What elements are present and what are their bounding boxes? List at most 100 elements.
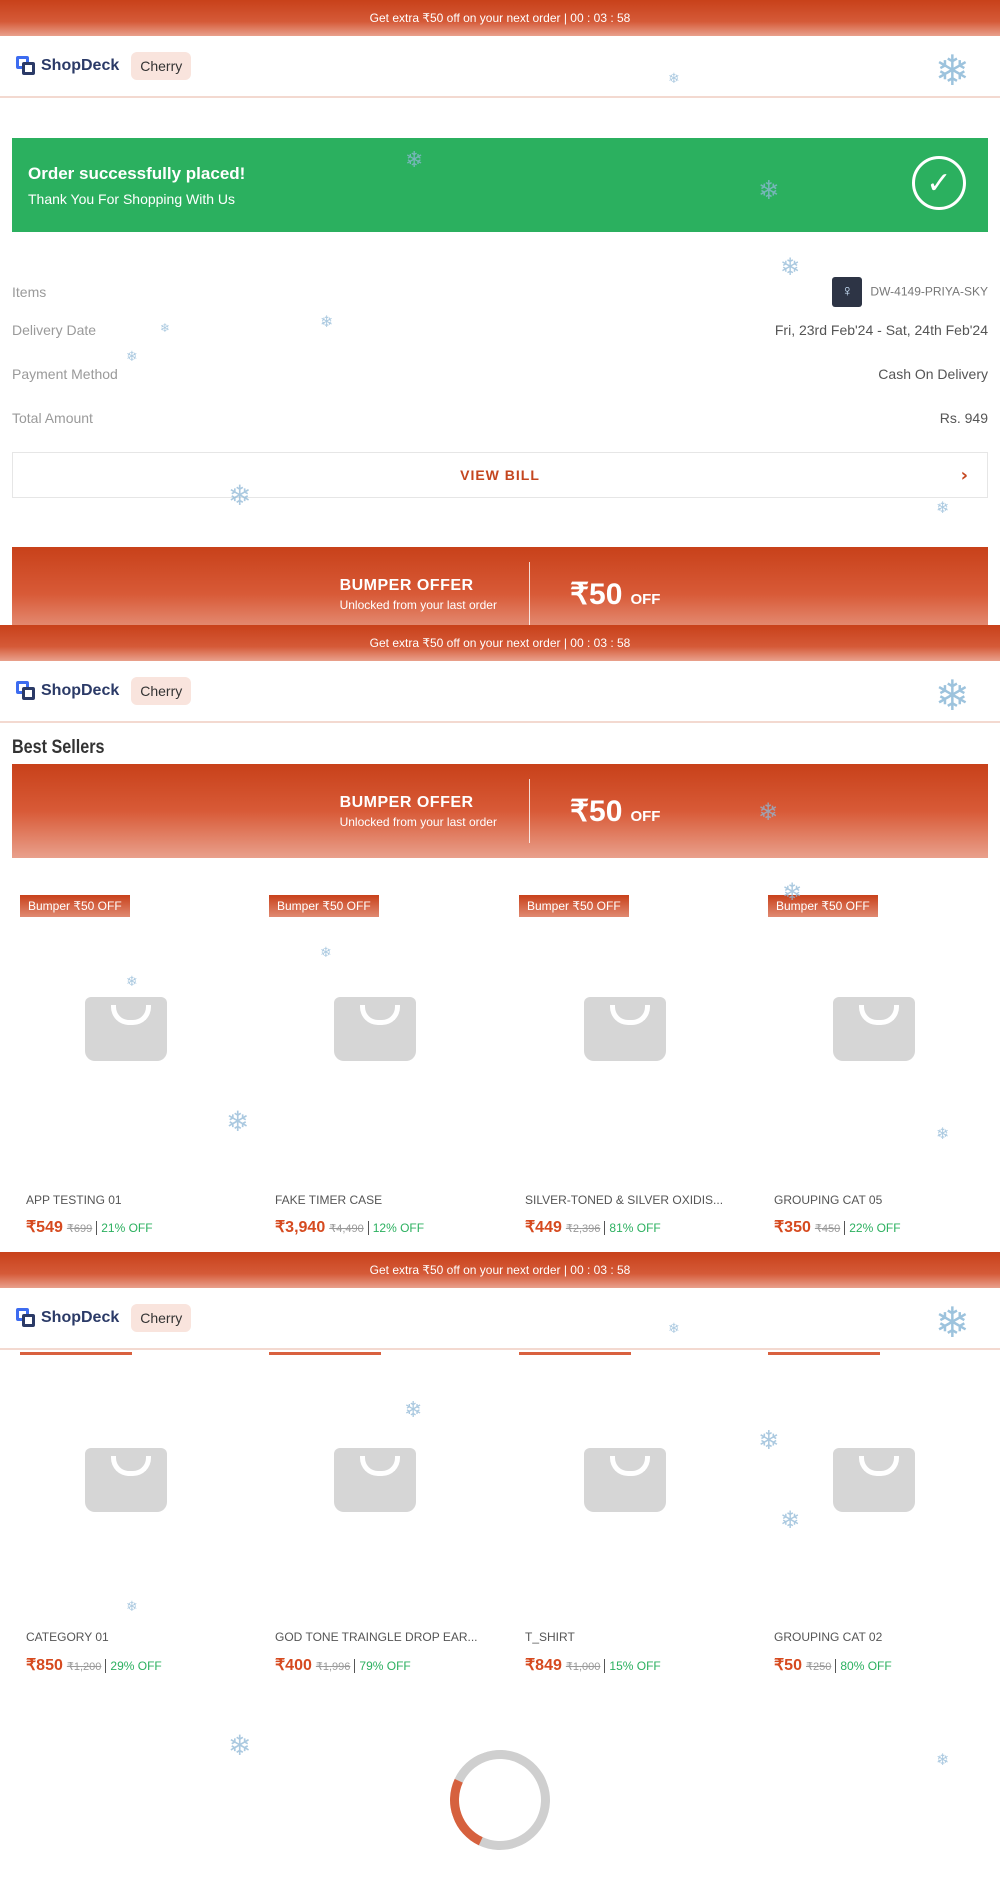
product-price: ₹549: [26, 1219, 63, 1236]
shopping-bag-icon: [833, 997, 915, 1061]
bumper-offer-off: OFF: [630, 590, 661, 608]
frame-order-confirmation: Get extra ₹50 off on your next order | 0…: [0, 0, 1000, 625]
product-name: FAKE TIMER CASE: [275, 1193, 383, 1207]
product-card[interactable]: CATEGORY 01 ₹850 ₹1,200 29% OFF: [12, 1352, 237, 1772]
logo-icon: [16, 1308, 36, 1328]
promo-text: Get extra ₹50 off on your next order | 0…: [369, 636, 631, 650]
logo-text: ShopDeck: [41, 1309, 120, 1326]
bumper-offer-value: ₹50 OFF: [530, 577, 660, 612]
product-card[interactable]: T_SHIRT ₹849 ₹1,000 15% OFF: [511, 1352, 736, 1772]
product-prices: ₹449 ₹2,396 81% OFF: [525, 1217, 661, 1237]
product-prices: ₹400 ₹1,996 79% OFF: [275, 1655, 411, 1675]
payment-row: Payment Method Cash On Delivery: [12, 366, 988, 382]
product-card[interactable]: Bumper ₹50 OFF FAKE TIMER CASE ₹3,940 ₹4,…: [261, 895, 486, 1252]
product-discount: 80% OFF: [835, 1659, 892, 1673]
product-prices: ₹50 ₹250 80% OFF: [774, 1655, 892, 1675]
logo-icon: [16, 56, 36, 76]
product-mrp: ₹2,396: [565, 1223, 601, 1235]
product-mrp: ₹250: [805, 1661, 832, 1673]
logo-text: ShopDeck: [41, 682, 120, 699]
product-mrp: ₹4,490: [329, 1223, 364, 1235]
promo-text: Get extra ₹50 off on your next order | 0…: [369, 1263, 631, 1277]
total-row: Total Amount Rs. 949: [12, 410, 988, 426]
promo-strip: Get extra ₹50 off on your next order | 0…: [0, 1252, 1000, 1288]
bumper-offer-banner[interactable]: BUMPER OFFER Unlocked from your last ord…: [12, 547, 988, 625]
shopping-bag-icon: [85, 1448, 167, 1512]
bumper-badge-edge: [20, 1352, 132, 1355]
product-mrp: ₹1,000: [565, 1661, 601, 1673]
product-name: T_SHIRT: [525, 1630, 575, 1644]
product-card[interactable]: GROUPING CAT 02 ₹50 ₹250 80% OFF: [760, 1352, 985, 1772]
product-name: SILVER-TONED & SILVER OXIDIS...: [525, 1193, 724, 1207]
bumper-badge-edge: [768, 1352, 880, 1355]
frame-best-sellers: Get extra ₹50 off on your next order | 0…: [0, 625, 1000, 1252]
snowflake-icon: ❄: [934, 672, 970, 719]
success-subtitle: Thank You For Shopping With Us: [28, 191, 236, 207]
check-circle-icon: ✓: [912, 156, 966, 210]
total-value: Rs. 949: [939, 410, 988, 426]
payment-value: Cash On Delivery: [878, 366, 988, 382]
snowflake-icon: ❄: [934, 47, 970, 94]
payment-label: Payment Method: [12, 366, 118, 382]
item-sku: DW-4149-PRIYA-SKY: [870, 284, 988, 299]
store-chip[interactable]: Cherry: [131, 1304, 192, 1332]
product-card[interactable]: Bumper ₹50 OFF GROUPING CAT 05 ₹350 ₹450 2…: [760, 895, 985, 1252]
product-prices: ₹849 ₹1,000 15% OFF: [525, 1655, 661, 1675]
bumper-offer-banner[interactable]: BUMPER OFFER Unlocked from your last ord…: [12, 764, 988, 858]
shopping-bag-icon: [584, 997, 666, 1061]
store-chip[interactable]: Cherry: [131, 52, 192, 80]
bumper-offer-text: BUMPER OFFER Unlocked from your last ord…: [340, 562, 530, 625]
product-price: ₹449: [525, 1219, 562, 1236]
header: ShopDeck Cherry ❄: [0, 36, 1000, 98]
view-bill-button[interactable]: VIEW BILL ›: [12, 452, 988, 498]
product-mrp: ₹1,200: [66, 1661, 102, 1673]
product-price: ₹50: [774, 1657, 802, 1674]
shopping-bag-icon: [334, 1448, 416, 1512]
bumper-badge-edge: [269, 1352, 381, 1355]
shopdeck-logo[interactable]: ShopDeck: [16, 681, 119, 701]
shopping-bag-icon: [85, 997, 167, 1061]
promo-text: Get extra ₹50 off on your next order | 0…: [369, 11, 631, 25]
product-price: ₹3,940: [275, 1219, 326, 1236]
product-name: GOD TONE TRAINGLE DROP EAR...: [275, 1630, 478, 1644]
bumper-badge: Bumper ₹50 OFF: [768, 895, 878, 917]
header: ShopDeck Cherry ❄: [0, 661, 1000, 723]
bumper-offer-amount: ₹50: [569, 577, 623, 611]
product-discount: 81% OFF: [604, 1221, 661, 1235]
product-card[interactable]: Bumper ₹50 OFF APP TESTING 01 ₹549 ₹699 21…: [12, 895, 237, 1252]
product-card[interactable]: Bumper ₹50 OFF SILVER-TONED & SILVER OXI…: [511, 895, 736, 1252]
product-price: ₹400: [275, 1657, 312, 1674]
view-bill-label: VIEW BILL: [460, 467, 540, 483]
product-mrp: ₹450: [814, 1223, 841, 1235]
bumper-offer-value: ₹50 OFF: [530, 794, 660, 829]
product-price: ₹350: [774, 1219, 811, 1236]
store-chip[interactable]: Cherry: [131, 677, 192, 705]
best-sellers-title: Best Sellers: [12, 737, 105, 758]
product-name: GROUPING CAT 02: [774, 1630, 883, 1644]
shopping-bag-icon: [584, 1448, 666, 1512]
logo-icon: [16, 681, 36, 701]
items-value[interactable]: ♀ DW-4149-PRIYA-SKY: [832, 277, 988, 307]
bumper-badge: Bumper ₹50 OFF: [269, 895, 379, 917]
promo-strip: Get extra ₹50 off on your next order | 0…: [0, 0, 1000, 36]
shopping-bag-icon: [334, 997, 416, 1061]
order-success-banner: Order successfully placed! Thank You For…: [12, 138, 988, 232]
product-mrp: ₹699: [66, 1223, 93, 1235]
delivery-label: Delivery Date: [12, 322, 97, 338]
bumper-offer-subtitle: Unlocked from your last order: [339, 597, 497, 612]
product-discount: 79% OFF: [354, 1659, 411, 1673]
shopping-bag-icon: [833, 1448, 915, 1512]
product-price: ₹849: [525, 1657, 562, 1674]
product-prices: ₹549 ₹699 21% OFF: [26, 1217, 153, 1237]
items-label: Items: [12, 284, 47, 300]
product-discount: 29% OFF: [105, 1659, 162, 1673]
product-prices: ₹850 ₹1,200 29% OFF: [26, 1655, 162, 1675]
bumper-offer-off: OFF: [630, 807, 661, 825]
items-row: Items ♀ DW-4149-PRIYA-SKY: [12, 277, 988, 307]
shopdeck-logo[interactable]: ShopDeck: [16, 56, 119, 76]
bumper-badge: Bumper ₹50 OFF: [20, 895, 130, 917]
shopdeck-logo[interactable]: ShopDeck: [16, 1308, 119, 1328]
bumper-offer-subtitle: Unlocked from your last order: [339, 814, 497, 829]
product-name: CATEGORY 01: [26, 1630, 109, 1644]
product-card[interactable]: GOD TONE TRAINGLE DROP EAR... ₹400 ₹1,996…: [261, 1352, 486, 1772]
